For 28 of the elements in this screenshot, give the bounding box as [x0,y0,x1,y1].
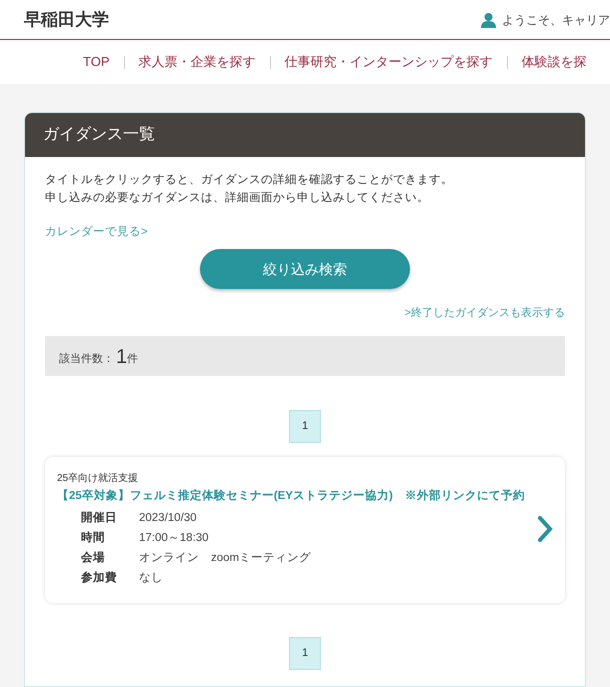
nav-link[interactable]: 求人票・企業を探す [138,52,256,72]
page-button[interactable]: 1 [289,410,321,442]
detail-label: 時間 [81,530,106,546]
filter-search-button[interactable]: 絞り込み検索 [200,249,410,289]
detail-value: 17:00～18:30 [139,530,210,546]
event-title-link[interactable]: 【25卒対象】フェルミ推定体験セミナー(EYストラテジー協力) ※外部リンクにて予約 [57,488,537,505]
count-label: 該当件数： [59,352,114,367]
event-card[interactable]: 25卒向け就活支援 【25卒対象】フェルミ推定体験セミナー(EYストラテジー協力) ※外部リンクにて予約 開催日 2023/10/30 時間 17:00～18:30 会場 オンライン zoomミーティング 参加費 なし [45,456,565,603]
welcome-text: ようこそ、キャリア [502,12,610,28]
detail-value: なし [139,570,164,586]
count-unit: 件 [127,352,138,367]
detail-label: 会場 [81,550,106,566]
nav-link[interactable]: 体験談を探 [522,52,586,72]
event-category: 25卒向け就活支援 [57,472,140,486]
nav-link[interactable]: 仕事研究・インターンシップを探す [284,52,492,72]
chevron-right-icon[interactable] [537,514,553,543]
detail-label: 参加費 [81,570,118,586]
detail-value: オンライン zoomミーティング [139,550,312,566]
count-value: 1 [116,346,128,368]
detail-label: 開催日 [81,510,118,526]
intro-text: 申し込みの必要なガイダンスは、詳細画面から申し込みしてください。 [45,190,430,206]
user-icon [481,12,496,28]
page-button[interactable]: 1 [289,636,321,670]
detail-value: 2023/10/30 [139,510,198,526]
nav-link[interactable]: TOP [83,52,110,72]
site-logo[interactable]: 早稲田大学 [24,6,109,32]
intro-text: タイトルをクリックすると、ガイダンスの詳細を確認することができます。 [45,172,454,188]
panel-title: ガイダンス一覧 [43,125,155,145]
